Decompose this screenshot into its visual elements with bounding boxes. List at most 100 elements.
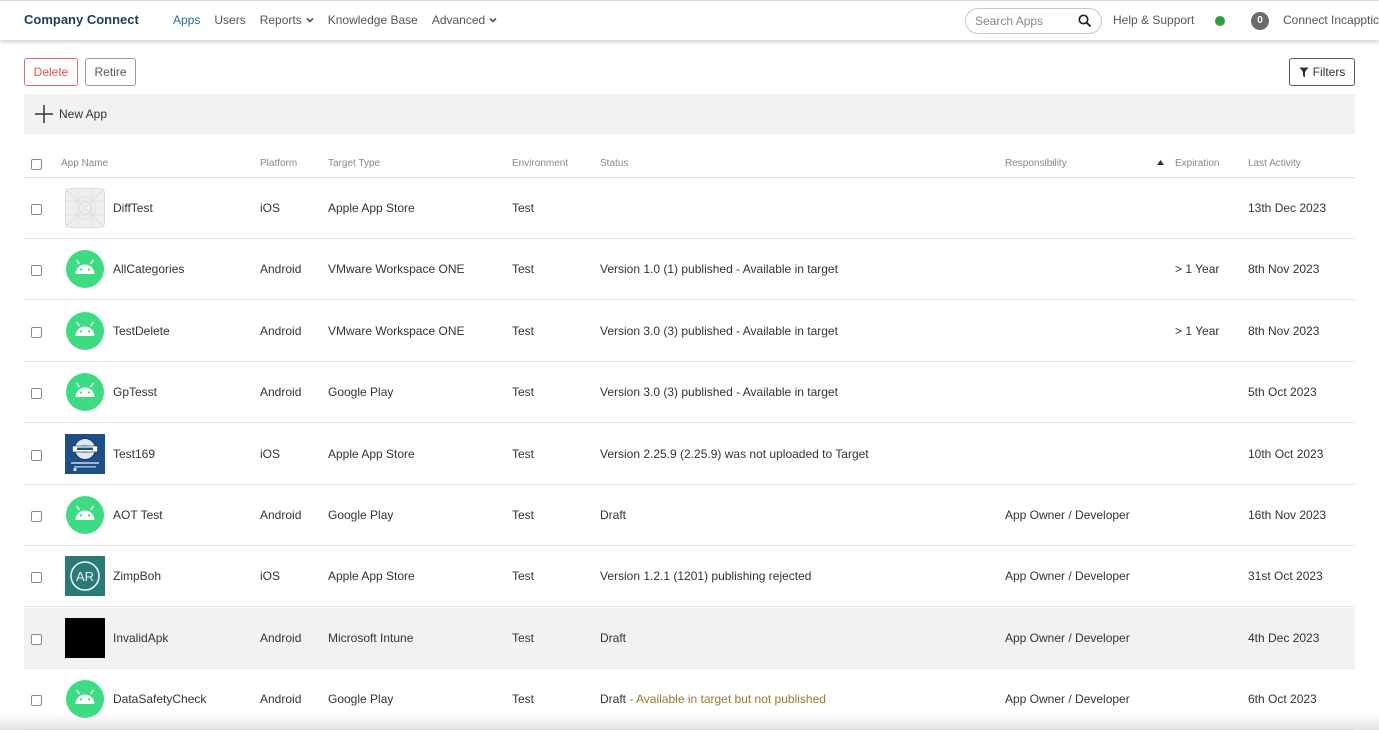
responsibility-cell: App Owner / Developer bbox=[1005, 692, 1130, 707]
android-icon[interactable] bbox=[65, 372, 105, 412]
scroll-shadow bbox=[0, 714, 1379, 730]
column-header-expiration[interactable]: Expiration bbox=[1175, 158, 1219, 169]
app-name-cell[interactable]: AllCategories bbox=[113, 262, 184, 276]
table-row[interactable]: AR ZimpBoh iOS Apple App Store Test App Owner… bbox=[24, 546, 1355, 608]
new-app-label: New App bbox=[59, 107, 108, 121]
app-name-cell[interactable]: DataSafetyCheck bbox=[113, 692, 206, 706]
status-cell: Version 1.0 (1) published - Available in… bbox=[600, 262, 838, 276]
column-header-environment[interactable]: Environment bbox=[512, 158, 568, 169]
status-warning-text: - Available in target but not published bbox=[626, 692, 826, 707]
table-row[interactable]: InvalidApk Android Microsoft Intune Test App… bbox=[24, 607, 1355, 669]
platform-cell: iOS bbox=[260, 201, 281, 215]
column-header-platform[interactable]: Platform bbox=[260, 158, 297, 169]
android-icon[interactable] bbox=[65, 495, 105, 535]
chevron-down-icon bbox=[489, 17, 497, 23]
select-all-checkbox[interactable] bbox=[31, 159, 42, 170]
target-type-cell: VMware Workspace ONE bbox=[328, 262, 465, 277]
platform-cell: Android bbox=[260, 385, 302, 400]
black-square-icon[interactable] bbox=[65, 617, 105, 658]
nav-reports[interactable]: Reports bbox=[260, 13, 314, 27]
row-checkbox[interactable] bbox=[31, 695, 42, 707]
search-input[interactable] bbox=[975, 14, 1075, 28]
row-checkbox[interactable] bbox=[31, 204, 42, 215]
table-row[interactable]: AOT Test Android Google Play Test App Owner … bbox=[24, 485, 1355, 546]
user-menu[interactable]: Connect Incapptic bbox=[1283, 13, 1379, 27]
android-icon[interactable] bbox=[65, 311, 105, 351]
table-row[interactable]: Test169 iOS Apple App Store Test 10th Oct 20… bbox=[24, 424, 1355, 485]
column-header-app-name[interactable]: App Name bbox=[61, 158, 108, 169]
platform-cell: Android bbox=[260, 692, 302, 707]
column-header-responsibility[interactable]: Responsibility bbox=[1005, 158, 1067, 169]
platform-cell: Android bbox=[260, 262, 302, 277]
nav-apps-label: Apps bbox=[173, 13, 201, 27]
app-name-cell[interactable]: InvalidApk bbox=[113, 631, 168, 645]
nav-knowledge-base[interactable]: Knowledge Base bbox=[328, 13, 418, 27]
row-checkbox[interactable] bbox=[31, 511, 42, 522]
table-row[interactable]: TestDelete Android VMware Workspace ONE Tes… bbox=[24, 301, 1355, 362]
ar-icon[interactable]: AR bbox=[65, 556, 105, 597]
app-name-cell[interactable]: Test169 bbox=[113, 447, 155, 461]
row-checkbox[interactable] bbox=[31, 572, 42, 584]
sort-ascending-icon[interactable] bbox=[1157, 160, 1164, 165]
target-type-cell: Apple App Store bbox=[328, 569, 415, 584]
chevron-down-icon bbox=[306, 17, 314, 23]
android-icon[interactable] bbox=[65, 249, 105, 289]
target-type-cell: Google Play bbox=[328, 508, 394, 522]
app-name-cell[interactable]: DiffTest bbox=[113, 201, 153, 215]
platform-cell: Android bbox=[260, 323, 302, 338]
retire-button[interactable]: Retire bbox=[85, 58, 136, 86]
app-name-cell[interactable]: ZimpBoh bbox=[113, 569, 161, 583]
nav-apps[interactable]: Apps bbox=[173, 13, 200, 27]
environment-cell: Test bbox=[512, 569, 535, 584]
responsibility-cell: App Owner / Developer bbox=[1005, 630, 1130, 645]
row-checkbox[interactable] bbox=[31, 388, 42, 400]
filters-button[interactable]: Filters bbox=[1289, 58, 1355, 86]
last-activity-cell: 8th Nov 2023 bbox=[1248, 262, 1320, 277]
row-checkbox[interactable] bbox=[31, 326, 42, 338]
delete-button[interactable]: Delete bbox=[24, 58, 78, 86]
row-checkbox[interactable] bbox=[31, 265, 42, 277]
row-checkbox[interactable] bbox=[31, 633, 42, 645]
column-header-target-type[interactable]: Target Type bbox=[328, 158, 380, 169]
status-text: Version 3.0 (3) published - Available in… bbox=[600, 385, 838, 400]
status-text: Version 3.0 (3) published - Available in… bbox=[600, 323, 838, 338]
target-type-cell: Google Play bbox=[328, 385, 394, 400]
new-app-bar: New App bbox=[24, 94, 1355, 134]
last-activity-cell: 5th Oct 2023 bbox=[1248, 385, 1317, 400]
nav-advanced[interactable]: Advanced bbox=[432, 13, 497, 27]
status-cell: Version 3.0 (3) published - Available in… bbox=[600, 324, 838, 338]
status-cell: Draft bbox=[600, 631, 626, 645]
column-header-last-activity[interactable]: Last Activity bbox=[1248, 158, 1301, 169]
app-name-cell[interactable]: AOT Test bbox=[113, 508, 163, 522]
table-row[interactable]: GpTesst Android Google Play Test 5th Oct 202… bbox=[24, 362, 1355, 424]
table-row[interactable]: AllCategories Android VMware Workspace ONE… bbox=[24, 239, 1355, 301]
status-cell: Version 3.0 (3) published - Available in… bbox=[600, 385, 838, 399]
placeholder-grid-icon[interactable] bbox=[64, 187, 106, 229]
app-name-cell[interactable]: GpTesst bbox=[113, 385, 157, 399]
platform-cell: iOS bbox=[260, 446, 281, 461]
table-row[interactable]: DiffTest iOS Apple App Store Test 13th Dec 2… bbox=[24, 178, 1355, 239]
expiration-cell: > 1 Year bbox=[1175, 323, 1220, 338]
nav-users[interactable]: Users bbox=[214, 13, 245, 27]
column-header-status[interactable]: Status bbox=[600, 158, 628, 169]
row-checkbox[interactable] bbox=[31, 449, 42, 461]
search-icon[interactable] bbox=[1078, 14, 1092, 28]
responsibility-cell: App Owner / Developer bbox=[1005, 508, 1130, 522]
app-name-cell[interactable]: TestDelete bbox=[113, 324, 170, 338]
notification-badge[interactable]: 0 bbox=[1251, 12, 1269, 30]
new-app-button[interactable]: New App bbox=[34, 104, 107, 124]
platform-cell: Android bbox=[260, 630, 302, 645]
environment-cell: Test bbox=[512, 262, 535, 277]
main-nav: Apps Users Reports Knowledge Base Advanc… bbox=[173, 13, 511, 27]
status-text: Version 1.2.1 (1201) publishing rejected bbox=[600, 569, 812, 584]
status-cell: Draft bbox=[600, 508, 626, 522]
last-activity-cell: 10th Oct 2023 bbox=[1248, 446, 1324, 461]
last-activity-cell: 6th Oct 2023 bbox=[1248, 692, 1317, 707]
target-type-cell: Google Play bbox=[328, 692, 394, 707]
plus-icon bbox=[35, 105, 53, 123]
virtual-badge-icon[interactable] bbox=[65, 433, 105, 474]
help-support-link[interactable]: Help & Support bbox=[1113, 13, 1194, 27]
environment-cell: Test bbox=[512, 508, 535, 522]
brand-logo[interactable]: Company Connect bbox=[24, 12, 139, 27]
environment-cell: Test bbox=[512, 323, 535, 338]
